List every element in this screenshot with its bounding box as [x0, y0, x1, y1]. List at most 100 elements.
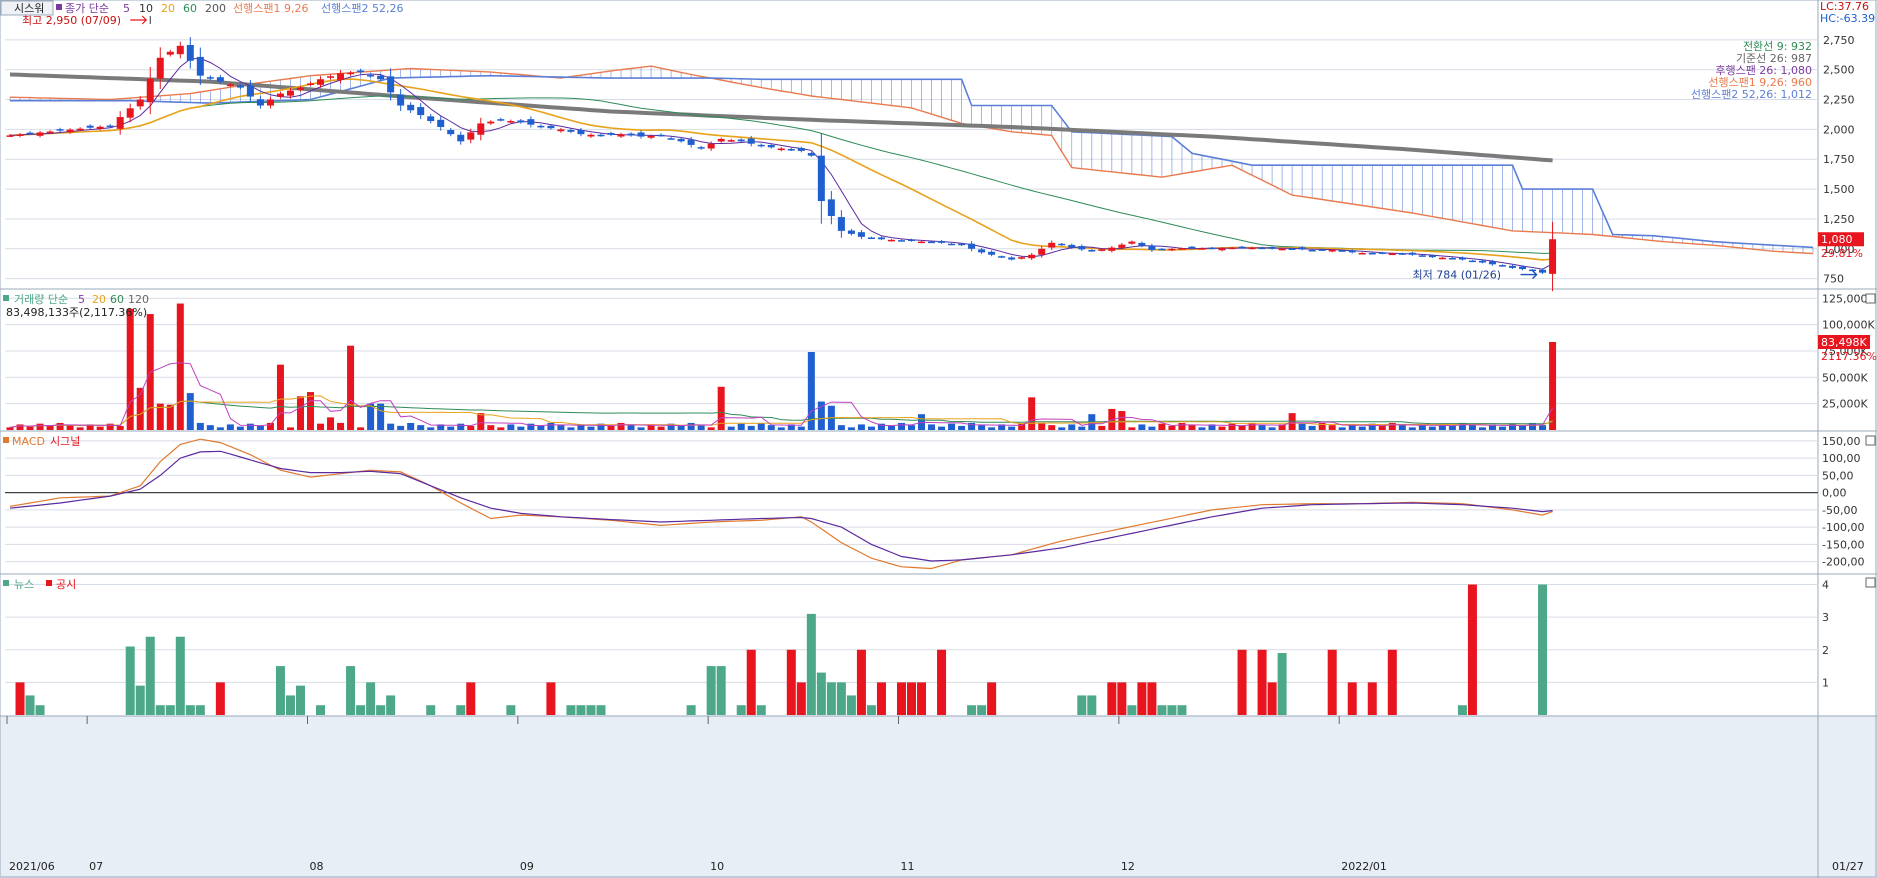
candle [1278, 248, 1286, 251]
news-tick-label: 4 [1822, 579, 1829, 592]
news-bar [386, 695, 396, 715]
volume-bar [1298, 423, 1306, 430]
volume-legend-item: 거래량 단순 [14, 293, 68, 306]
volume-bar [1178, 422, 1186, 430]
disclosure-bar [1367, 682, 1377, 715]
news-bar [1538, 584, 1548, 715]
candle [827, 199, 835, 216]
news-bar [456, 705, 466, 715]
news-bar [35, 705, 45, 715]
candle [767, 145, 775, 148]
candle [1348, 250, 1356, 253]
candle [1549, 239, 1557, 274]
disclosure-bar [1467, 584, 1477, 715]
panel-collapse-button[interactable] [1865, 435, 1876, 446]
candle [437, 119, 445, 128]
candle [1488, 261, 1496, 265]
candle [1318, 249, 1326, 251]
volume-bar [1028, 397, 1036, 430]
volume-bar [687, 422, 695, 430]
price-tick-label: 750 [1823, 273, 1844, 286]
candle [206, 77, 214, 79]
volume-bar [1198, 427, 1206, 430]
candle [918, 241, 926, 244]
disclosure-bar [1387, 649, 1397, 715]
volume-bar [557, 425, 565, 430]
candle [186, 45, 194, 61]
news-bar [285, 695, 295, 715]
candle [577, 130, 585, 135]
volume-bar [1378, 425, 1386, 430]
x-axis-label: 08 [310, 860, 324, 873]
candle [537, 125, 545, 128]
volume-bar [1308, 425, 1316, 430]
volume-bar [1248, 422, 1256, 430]
price-tick-label: 1,500 [1823, 183, 1855, 196]
volume-bar [617, 422, 625, 430]
price-tick-label: 2,750 [1823, 34, 1855, 47]
volume-bar [457, 423, 465, 430]
volume-bar [567, 427, 575, 430]
disclosure-bar [1347, 682, 1357, 715]
news-bar [1277, 653, 1287, 715]
candle [647, 135, 655, 138]
candle [897, 240, 905, 242]
volume-bar [948, 423, 956, 430]
volume-bar [727, 426, 735, 430]
candle [377, 75, 385, 80]
candle [126, 108, 134, 118]
volume-bar [1468, 425, 1476, 430]
hc-label: HC:-63.39 [1820, 12, 1875, 25]
candle [337, 73, 345, 80]
disclosure-bar [1237, 649, 1247, 715]
candle [176, 45, 184, 55]
candle [1098, 249, 1106, 251]
x-axis-label: 09 [520, 860, 534, 873]
candle [56, 129, 64, 131]
macd-legend: MACD [12, 435, 45, 448]
stock-chart[interactable]: 7501,0001,2501,5001,7502,0002,2502,5002,… [0, 0, 1877, 878]
candle [156, 57, 164, 79]
candle [1198, 248, 1206, 250]
volume-bar [1078, 426, 1086, 430]
candle [948, 243, 956, 246]
volume-bar [1128, 427, 1136, 430]
volume-bar [547, 422, 555, 430]
news-bar [967, 705, 977, 715]
disclosure-bar [987, 682, 997, 715]
news-bar [846, 695, 856, 715]
news-bar [1457, 705, 1467, 715]
volume-bar [1168, 425, 1176, 430]
candle [6, 135, 14, 137]
price-legend-item: 200 [205, 2, 226, 15]
disclosure-bar [215, 682, 225, 715]
candle [1338, 250, 1346, 252]
candle [427, 116, 435, 122]
macd-tick-label: -50,00 [1822, 504, 1857, 517]
ichimoku-value: 선행스팬2 52,26: 1,012 [1691, 88, 1812, 101]
candle [86, 125, 94, 128]
candle [1328, 249, 1336, 252]
volume-bar [837, 425, 845, 430]
volume-bar [1038, 422, 1046, 430]
candle [1148, 245, 1156, 250]
candle [1478, 260, 1486, 263]
news-bar [586, 705, 596, 715]
candle [1458, 257, 1466, 260]
candle [417, 107, 425, 116]
x-axis-label: 12 [1121, 860, 1135, 873]
volume-legend-item: 5 [78, 293, 85, 306]
candle [797, 148, 805, 151]
news-bar [1177, 705, 1187, 715]
panel-collapse-button[interactable] [1865, 577, 1876, 588]
volume-bar [76, 427, 84, 430]
volume-bar [1058, 427, 1066, 430]
volume-bar [487, 425, 495, 430]
panel-collapse-button[interactable] [1865, 293, 1876, 304]
candle [1498, 265, 1506, 267]
candle [266, 99, 274, 106]
news-bar [426, 705, 436, 715]
candle [867, 237, 875, 240]
news-bar [366, 682, 376, 715]
volume-bar [417, 425, 425, 430]
